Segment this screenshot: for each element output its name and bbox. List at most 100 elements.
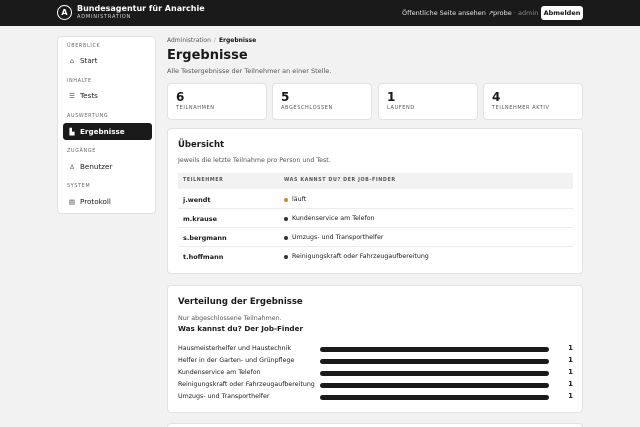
distribution-count: 1 [568,344,573,352]
result-cell: Reinigungskraft oder Fahrzeugaufbereitun… [284,253,429,260]
distribution-label: Reinigungskraft oder Fahrzeugaufbereitun… [178,381,315,388]
distribution-row: Hausmeisterhelfer und Haustechnik 1 [178,343,573,355]
breadcrumb-separator: / [213,37,216,44]
result-cell: Kundenservice am Telefon [284,215,375,222]
participant-name[interactable]: m.krause [183,215,217,223]
distribution-bar-fill [320,359,549,364]
sidebar-item-ergebnisse[interactable]: ▙ Ergebnisse [63,123,152,140]
status-dot-icon [284,254,288,259]
home-icon: ⌂ [69,56,75,65]
nav-section-zugaenge: ZUGÄNGE [67,149,97,154]
result-text: Kundenservice am Telefon [292,215,375,222]
distribution-bar [320,347,549,352]
stat-label: LAUFEND [387,105,415,111]
status-dot-icon [284,235,288,240]
distribution-count: 1 [568,380,573,388]
page-title: Ergebnisse [167,48,248,63]
logo-icon[interactable]: A [57,5,72,20]
logout-button[interactable]: Abmelden [541,6,583,20]
user-separator: · [513,9,516,17]
table-row[interactable]: t.hoffmann Reinigungskraft oder Fahrzeug… [178,247,573,266]
distribution-bar [320,395,549,400]
distribution-row: Umzugs- und Transporthelfer 1 [178,391,573,403]
stat-label: ABGESCHLOSSEN [281,105,333,111]
status-dot-icon [284,197,288,202]
distribution-row: Kundenservice am Telefon 1 [178,367,573,379]
nav-section-inhalte: INHALTE [67,79,92,84]
column-header-teilnehmer[interactable]: TEILNEHMER [183,178,223,183]
user-icon: ♙ [69,162,75,171]
stat-card-laufend: 1 LAUFEND [378,83,478,120]
stat-card-teilnehmer-aktiv: 4 TEILNEHMER AKTIV [483,83,583,120]
result-cell: Umzugs- und Transporthelfer [284,234,383,241]
list-icon: ☰ [69,91,75,100]
distribution-bar-fill [320,371,549,376]
stat-card-abgeschlossen: 5 ABGESCHLOSSEN [272,83,372,120]
document-icon: ▤ [68,197,76,206]
distribution-label: Hausmeisterhelfer und Haustechnik [178,345,292,352]
nav-section-system: SYSTEM [67,184,91,189]
result-cell: läuft [284,196,306,203]
sidebar-item-tests[interactable]: ☰ Tests [63,87,152,104]
bar-chart-icon: ▙ [69,127,75,136]
sidebar-item-start[interactable]: ⌂ Start [63,52,152,69]
participant-name[interactable]: j.wendt [183,196,211,204]
user-name: probe [493,9,512,17]
distribution-bar [320,383,549,388]
participant-name[interactable]: s.bergmann [183,234,227,242]
page-subtitle: Alle Testergebnisse der Teilnehmer an ei… [167,67,332,75]
distribution-bar-fill [320,383,549,388]
distribution-count: 1 [568,392,573,400]
distribution-bar-fill [320,347,549,352]
public-site-link[interactable]: Öffentliche Seite ansehen ↗ [402,9,493,17]
column-header-job-finder[interactable]: WAS KANNST DU? DER JOB-FINDER [284,178,396,183]
stat-label: TEILNEHMER AKTIV [492,105,550,111]
distribution-row: Helfer in der Garten- und Grünpflege 1 [178,355,573,367]
stat-value: 1 [387,90,396,104]
participant-name[interactable]: t.hoffmann [183,253,223,261]
distribution-card: Verteilung der Ergebnisse Nur abgeschlos… [167,285,583,413]
sidebar-item-label: Start [80,56,98,65]
breadcrumb-current: Ergebnisse [218,37,257,44]
table-row[interactable]: j.wendt läuft [178,190,573,209]
top-bar: A Bundesagentur für Anarchie ADMINISTRAT… [0,0,640,26]
user-role: admin [518,9,539,17]
result-text: Reinigungskraft oder Fahrzeugaufbereitun… [292,253,429,260]
stat-label: TEILNAHMEN [176,105,215,111]
distribution-label: Umzugs- und Transporthelfer [178,393,270,400]
sidebar-item-label: Ergebnisse [80,127,125,136]
table-row[interactable]: s.bergmann Umzugs- und Transporthelfer [178,228,573,247]
table-row[interactable]: m.krause Kundenservice am Telefon [178,209,573,228]
distribution-label: Kundenservice am Telefon [178,369,261,376]
next-card [167,423,583,427]
result-text: läuft [292,196,307,203]
distribution-title: Verteilung der Ergebnisse [178,297,303,307]
stat-card-teilnahmen: 6 TEILNAHMEN [167,83,267,120]
distribution-count: 1 [568,368,573,376]
distribution-bar [320,371,549,376]
status-dot-icon [284,216,288,221]
sidebar-item-label: Tests [80,91,98,100]
nav-section-ueberblick: ÜBERBLICK [67,44,101,49]
sidebar-item-label: Protokoll [80,197,111,206]
distribution-test-title: Was kannst du? Der Job-Finder [178,324,303,333]
result-text: Umzugs- und Transporthelfer [292,234,384,241]
distribution-subtitle: Nur abgeschlossene Teilnahmen. [178,315,282,322]
distribution-bar [320,359,549,364]
sidebar-item-label: Benutzer [80,162,113,171]
distribution-row: Reinigungskraft oder Fahrzeugaufbereitun… [178,379,573,391]
brand-subtitle: ADMINISTRATION [77,14,132,20]
distribution-count: 1 [568,356,573,364]
overview-card: Übersicht Jeweils die letzte Teilnahme p… [167,128,583,274]
breadcrumb: Administration / Ergebnisse [167,37,256,44]
breadcrumb-root[interactable]: Administration [167,37,211,44]
distribution-label: Helfer in der Garten- und Grünpflege [178,357,295,364]
stat-value: 6 [176,90,185,104]
overview-subtitle: Jeweils die letzte Teilnahme pro Person … [178,157,331,164]
sidebar-item-protokoll[interactable]: ▤ Protokoll [63,193,152,210]
sidebar-item-benutzer[interactable]: ♙ Benutzer [63,158,152,175]
nav-section-auswertung: AUSWERTUNG [67,114,109,119]
overview-title: Übersicht [178,140,225,150]
brand-title[interactable]: Bundesagentur für Anarchie [77,4,205,13]
stat-value: 4 [492,90,501,104]
